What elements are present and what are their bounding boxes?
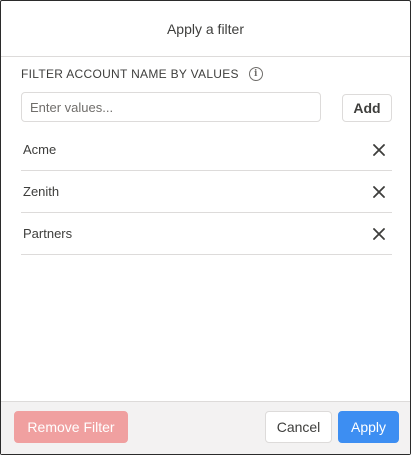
values-list: Acme Zenith Partners	[21, 129, 392, 255]
value-label: Partners	[23, 226, 73, 241]
close-icon[interactable]	[372, 227, 386, 241]
modal-footer: Remove Filter Cancel Apply	[1, 401, 410, 454]
value-row: Zenith	[21, 171, 392, 213]
modal-title: Apply a filter	[166, 20, 245, 37]
remove-filter-button[interactable]: Remove Filter	[14, 411, 128, 443]
value-row: Partners	[21, 213, 392, 255]
modal-header: Apply a filter	[1, 1, 410, 57]
filter-section: FILTER ACCOUNT NAME BY VALUES i	[21, 65, 263, 83]
add-button[interactable]: Add	[342, 94, 392, 122]
apply-button[interactable]: Apply	[338, 411, 399, 443]
section-title: FILTER ACCOUNT NAME BY VALUES	[21, 67, 239, 81]
value-row: Acme	[21, 129, 392, 171]
value-label: Acme	[23, 142, 57, 157]
close-icon[interactable]	[372, 143, 386, 157]
filter-modal: Apply a filter FILTER ACCOUNT NAME BY VA…	[0, 0, 411, 455]
info-icon[interactable]: i	[248, 67, 263, 81]
close-icon[interactable]	[372, 185, 386, 199]
values-input[interactable]	[21, 92, 321, 122]
value-label: Zenith	[23, 184, 60, 199]
cancel-button[interactable]: Cancel	[265, 411, 332, 443]
